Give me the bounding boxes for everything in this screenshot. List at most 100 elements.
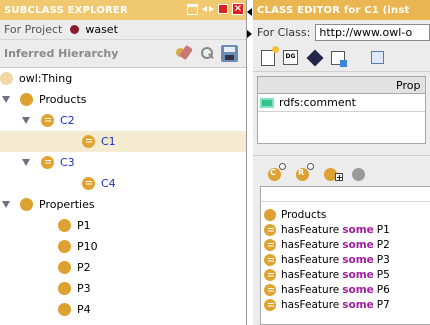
add-named-class-icon[interactable]: + bbox=[323, 164, 343, 182]
condition-row[interactable]: hasFeature some P7 bbox=[261, 297, 430, 312]
condition-property: hasFeature bbox=[281, 238, 340, 251]
tree-item-p10[interactable]: P10 bbox=[0, 236, 246, 257]
expand-icon[interactable] bbox=[22, 159, 30, 166]
expand-icon[interactable] bbox=[22, 117, 30, 124]
class-icon bbox=[58, 261, 71, 274]
create-subclass-icon[interactable] bbox=[175, 45, 192, 62]
condition-property: hasFeature bbox=[281, 298, 340, 311]
condition-row[interactable]: hasFeature some P5 bbox=[261, 267, 430, 282]
tree-item-c2[interactable]: C2 bbox=[0, 110, 246, 131]
condition-property: hasFeature bbox=[281, 253, 340, 266]
condition-property: hasFeature bbox=[281, 268, 340, 281]
subclass-explorer-titlebar: SUBCLASS EXPLORER × bbox=[0, 0, 246, 20]
property-column-header: Prop bbox=[396, 79, 421, 92]
condition-keyword: some bbox=[342, 223, 374, 236]
restriction-icon bbox=[264, 238, 276, 251]
find-class-icon[interactable] bbox=[198, 45, 215, 62]
expand-icon[interactable] bbox=[2, 201, 10, 208]
tree-item-owl-thing[interactable]: owl:Thing bbox=[0, 68, 246, 89]
condition-keyword: some bbox=[342, 298, 374, 311]
restriction-icon bbox=[264, 253, 276, 266]
properties-table: rdfs:comment bbox=[257, 94, 426, 144]
project-icon bbox=[70, 25, 80, 34]
class-editor-panel: CLASS EDITOR for C1 (inst For Class: htt… bbox=[253, 0, 430, 325]
equivalent-class-icon bbox=[41, 156, 54, 169]
class-icon bbox=[0, 72, 13, 85]
maximize-icon[interactable] bbox=[187, 3, 198, 15]
tree-item-p1[interactable]: P1 bbox=[0, 215, 246, 236]
table-row[interactable]: rdfs:comment bbox=[258, 94, 425, 112]
split-arrows-icon[interactable] bbox=[202, 4, 214, 15]
condition-filler: P2 bbox=[376, 238, 390, 251]
tree-item-label: C1 bbox=[101, 135, 116, 148]
collapse-right-icon[interactable] bbox=[247, 30, 252, 38]
restriction-icon bbox=[264, 268, 276, 281]
class-icon bbox=[58, 282, 71, 295]
hierarchy-toolbar: Inferred Hierarchy bbox=[0, 40, 246, 68]
hierarchy-label: Inferred Hierarchy bbox=[4, 47, 119, 60]
expand-icon[interactable] bbox=[2, 96, 10, 103]
project-bar: For Project waset bbox=[0, 20, 246, 40]
annotation-toolbar: DG bbox=[253, 44, 430, 72]
condition-keyword: some bbox=[342, 283, 374, 296]
equivalent-class-icon bbox=[82, 177, 95, 190]
remove-class-icon[interactable] bbox=[351, 164, 368, 181]
tree-item-label: P10 bbox=[77, 240, 98, 253]
condition-row[interactable]: hasFeature some P6 bbox=[261, 282, 430, 297]
properties-table-header: Prop bbox=[257, 76, 426, 94]
tree-item-p4[interactable]: P4 bbox=[0, 299, 246, 320]
conditions-list-panel: Products hasFeature some P1 hasFeature s… bbox=[260, 186, 430, 325]
subclass-explorer-panel: SUBCLASS EXPLORER × For Project waset In… bbox=[0, 0, 247, 325]
class-editor-title: CLASS EDITOR for C1 (inst bbox=[257, 4, 410, 16]
create-annotation-icon[interactable] bbox=[261, 45, 279, 66]
tree-item-c3[interactable]: C3 bbox=[0, 152, 246, 173]
condition-row[interactable]: hasFeature some P3 bbox=[261, 252, 430, 267]
condition-keyword: some bbox=[342, 238, 374, 251]
condition-property: hasFeature bbox=[281, 283, 340, 296]
equivalent-class-icon bbox=[41, 114, 54, 127]
condition-keyword: some bbox=[342, 253, 374, 266]
subclass-explorer-title: SUBCLASS EXPLORER bbox=[4, 4, 128, 16]
tree-item-c1[interactable]: C1 bbox=[0, 131, 246, 152]
tree-item-p2[interactable]: P2 bbox=[0, 257, 246, 278]
class-icon bbox=[58, 303, 71, 316]
conditions-toolbar: C R + bbox=[253, 156, 430, 189]
close-icon[interactable]: × bbox=[232, 3, 244, 15]
class-tree[interactable]: owl:Thing Products C2 C1 C3 C4 Propertie… bbox=[0, 68, 246, 320]
tree-item-label: Products bbox=[39, 93, 87, 106]
add-annotation-icon[interactable]: DG bbox=[283, 50, 298, 65]
tree-item-label: C4 bbox=[101, 177, 116, 190]
collapse-left-icon[interactable] bbox=[247, 8, 252, 16]
tree-item-c4[interactable]: C4 bbox=[0, 173, 246, 194]
create-property-icon[interactable] bbox=[306, 49, 324, 66]
condition-row[interactable]: Products bbox=[261, 207, 430, 222]
create-restriction-icon[interactable]: C bbox=[267, 163, 286, 181]
condition-keyword: some bbox=[342, 268, 374, 281]
tree-item-label: owl:Thing bbox=[19, 72, 73, 85]
class-icon bbox=[58, 240, 71, 253]
class-icon bbox=[20, 198, 33, 211]
restriction-icon bbox=[264, 223, 276, 236]
condition-filler: P7 bbox=[376, 298, 390, 311]
condition-row[interactable]: hasFeature some P1 bbox=[261, 222, 430, 237]
tree-item-label: P1 bbox=[77, 219, 91, 232]
annotation-property-icon bbox=[260, 97, 274, 108]
class-icon bbox=[58, 219, 71, 232]
tree-item-properties[interactable]: Properties bbox=[0, 194, 246, 215]
for-class-label: For Class: bbox=[257, 25, 311, 39]
tree-item-label: P4 bbox=[77, 303, 91, 316]
tree-item-label: C2 bbox=[60, 114, 75, 127]
remove-annotation-icon[interactable] bbox=[331, 50, 347, 67]
create-expression-icon[interactable]: R bbox=[295, 163, 314, 181]
save-icon[interactable] bbox=[221, 45, 238, 62]
condition-filler: P5 bbox=[376, 268, 390, 281]
condition-row[interactable]: hasFeature some P2 bbox=[261, 237, 430, 252]
view-icon[interactable] bbox=[371, 51, 384, 64]
class-uri-field[interactable]: http://www.owl-o bbox=[315, 23, 430, 41]
tree-item-products[interactable]: Products bbox=[0, 89, 246, 110]
condition-property: hasFeature bbox=[281, 223, 340, 236]
tree-item-p3[interactable]: P3 bbox=[0, 278, 246, 299]
class-editor-titlebar: CLASS EDITOR for C1 (inst bbox=[253, 0, 430, 20]
conditions-header bbox=[261, 187, 430, 202]
minimize-icon[interactable] bbox=[218, 4, 228, 14]
